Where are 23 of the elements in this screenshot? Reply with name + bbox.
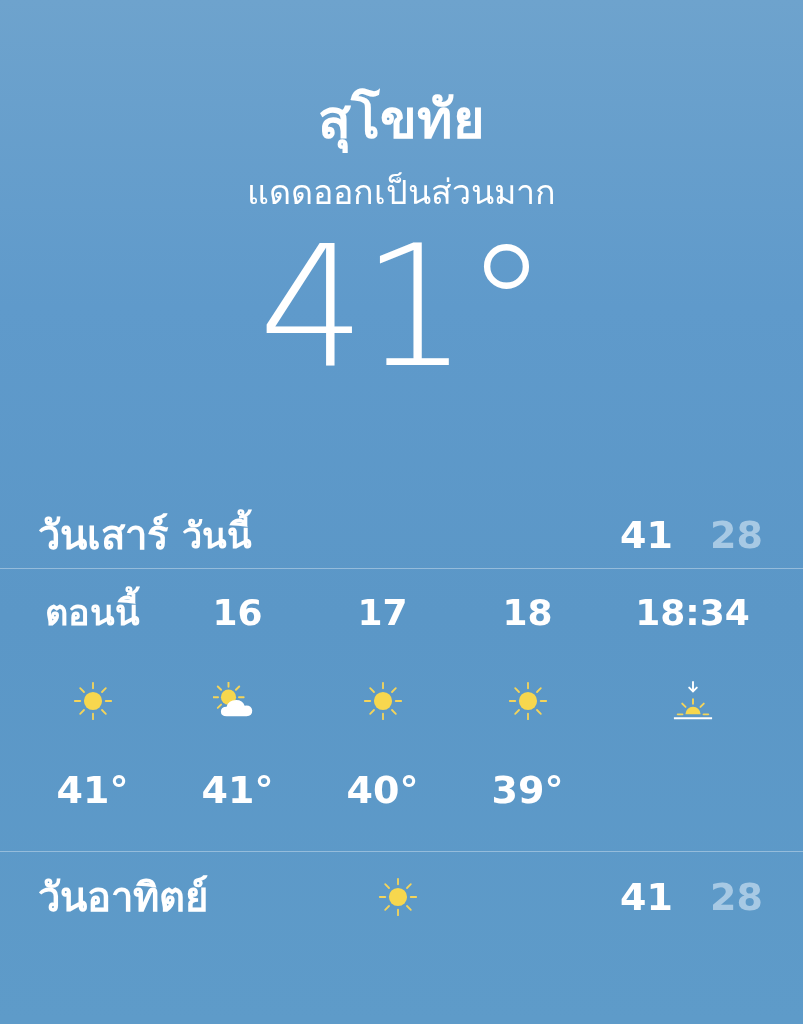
hour-temperature: 39° [491, 767, 564, 813]
hour-label: 17 [357, 591, 408, 635]
sun-icon [72, 681, 113, 721]
sun-icon [362, 681, 403, 721]
hour-temperature: 40° [346, 767, 419, 813]
high-temperature: 41 [619, 513, 673, 557]
hour-label: 18:34 [635, 591, 750, 635]
weather-condition: แดดออกเป็นส่วนมาก [247, 171, 556, 214]
current-temperature: 41° [258, 222, 545, 392]
hour-temperature: 41° [201, 767, 274, 813]
hour-label: ตอนนี้ [45, 583, 140, 643]
day-name: วันอาทิตย์ [38, 873, 209, 922]
sun-icon [507, 681, 548, 721]
city-name: สุโขทัย [318, 87, 485, 155]
hour-label: 16 [212, 591, 263, 635]
high-temperature: 41 [619, 875, 673, 919]
low-temperature: 28 [709, 513, 763, 557]
hour-temperature: 41° [56, 767, 129, 813]
hour-label: 18 [502, 591, 553, 635]
today-label: วันนี้ [182, 506, 252, 564]
low-temperature: 28 [709, 875, 763, 919]
sun-icon [378, 877, 418, 917]
day-name: วันเสาร์ [38, 511, 168, 560]
